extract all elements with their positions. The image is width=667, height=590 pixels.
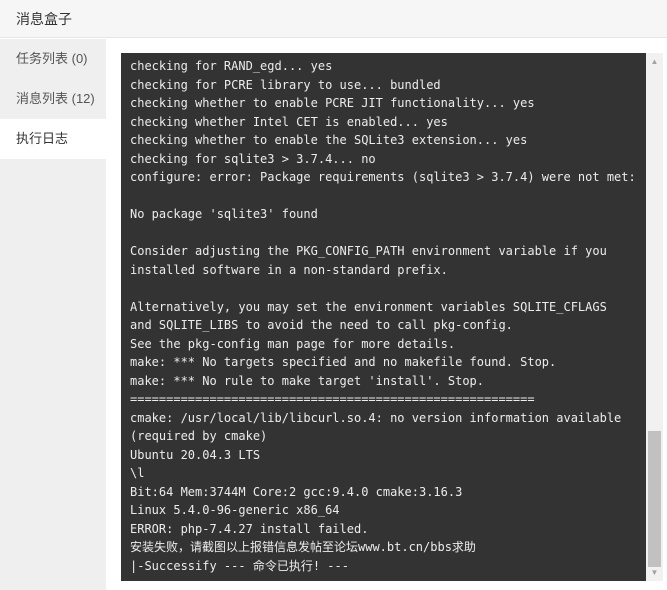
console-line: checking whether to enable PCRE JIT func… — [130, 96, 535, 110]
console-line: configure: error: Package requirements (… — [130, 170, 636, 184]
console-line: make: *** No targets specified and no ma… — [130, 355, 557, 369]
sidebar: 任务列表 (0) 消息列表 (12) 执行日志 — [0, 39, 106, 590]
sidebar-item-task-list[interactable]: 任务列表 (0) — [0, 39, 106, 79]
console-line: Bit:64 Mem:3744M Core:2 gcc:9.4.0 cmake:… — [130, 484, 463, 499]
console-line: Alternatively, you may set the environme… — [130, 299, 607, 314]
console-lines: checking for RAND_egd... yes checking for… — [121, 53, 646, 575]
console-line: \l — [130, 466, 145, 480]
console-scrollbar[interactable]: ▲ ▼ — [646, 53, 663, 581]
console-line: Linux 5.4.0-96-generic x86_64 — [130, 503, 340, 517]
console-line: checking whether to enable the SQLite3 e… — [130, 133, 528, 147]
console-line: and SQLITE_LIBS to avoid the need to cal… — [130, 318, 513, 332]
sidebar-item-execution-log[interactable]: 执行日志 — [0, 119, 106, 159]
console-line: make: *** No rule to make target 'instal… — [130, 373, 485, 388]
scroll-thumb[interactable] — [648, 431, 661, 567]
console-line: checking whether Intel CET is enabled...… — [130, 114, 448, 129]
console-line: See the pkg-config man page for more det… — [130, 336, 456, 351]
console-line: Consider adjusting the PKG_CONFIG_PATH e… — [130, 244, 607, 258]
console-line: checking for RAND_egd... yes — [130, 59, 333, 73]
console-line: ========================================… — [130, 392, 535, 406]
console-line: (required by cmake) — [130, 429, 268, 443]
console-output[interactable]: checking for RAND_egd... yes checking for… — [121, 53, 646, 581]
console-line: cmake: /usr/local/lib/libcurl.so.4: no v… — [130, 410, 622, 425]
console-line: checking for PCRE library to use... bund… — [130, 77, 441, 92]
console-line: 安装失败，请截图以上报错信息发帖至论坛www.bt.cn/bbs求助 — [130, 540, 476, 554]
sidebar-item-message-list[interactable]: 消息列表 (12) — [0, 79, 106, 119]
console-line: |-Successify --- 命令已执行! --- — [130, 558, 349, 573]
console-line: Ubuntu 20.04.3 LTS — [130, 447, 261, 462]
scroll-down-arrow-icon[interactable]: ▼ — [646, 564, 663, 581]
console-line: ERROR: php-7.4.27 install failed. — [130, 521, 369, 536]
log-panel: checking for RAND_egd... yes checking for… — [106, 39, 667, 590]
console-line: No package 'sqlite3' found — [130, 207, 318, 221]
scroll-up-arrow-icon[interactable]: ▲ — [646, 53, 663, 70]
console-line: installed software in a non-standard pre… — [130, 262, 448, 277]
window-title: 消息盒子 — [0, 0, 667, 38]
console-line: checking for sqlite3 > 3.7.4... no — [130, 151, 376, 166]
